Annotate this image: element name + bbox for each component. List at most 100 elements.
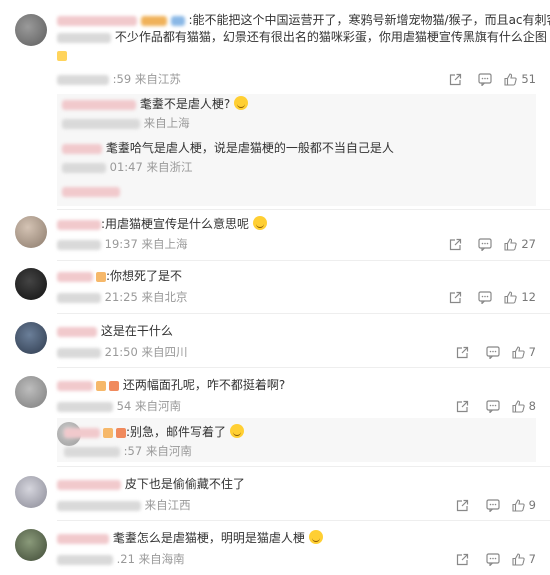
username[interactable] [62, 99, 136, 110]
badge-icon [109, 380, 119, 391]
avatar[interactable] [15, 322, 47, 354]
emoji-icon [252, 216, 267, 230]
like-button[interactable]: 7 [512, 345, 536, 359]
username[interactable] [57, 219, 101, 230]
share-icon[interactable] [448, 344, 478, 360]
location: 来自河南 [145, 444, 192, 458]
timestamp-date [57, 401, 113, 412]
timestamp: .21 [116, 552, 135, 566]
username[interactable] [57, 326, 97, 337]
reply-icon[interactable] [478, 398, 508, 414]
location: 来自海南 [138, 552, 185, 566]
badge-icon [96, 271, 106, 282]
reply-text: 耄耋不是虐人梗? [139, 97, 231, 111]
like-count: 7 [528, 552, 536, 566]
more-replies[interactable] [0, 182, 550, 198]
reply-icon[interactable] [470, 289, 500, 305]
avatar[interactable] [15, 476, 47, 508]
reply-icon[interactable] [478, 551, 508, 567]
badge-icon [96, 380, 106, 391]
username[interactable] [64, 427, 100, 438]
reply: 耄耋不是虐人梗? 来自上海 [0, 94, 550, 130]
mention[interactable] [57, 32, 111, 43]
comment: 这是在干什么 21:50 来自四川 7 [0, 318, 550, 362]
timestamp-date [57, 74, 109, 85]
emoji-icon [57, 50, 67, 61]
username[interactable] [57, 479, 121, 490]
like-button[interactable]: 27 [504, 237, 536, 251]
username[interactable] [57, 380, 93, 391]
avatar[interactable] [15, 216, 47, 248]
username[interactable] [57, 533, 109, 544]
share-icon[interactable] [440, 289, 470, 305]
avatar[interactable] [15, 376, 47, 408]
like-button[interactable]: 7 [512, 552, 536, 566]
comment-text: 耄耋怎么是虐猫梗，明明是猫虐人梗 [112, 531, 305, 545]
comment-actions: 7 [448, 344, 536, 360]
comment-text: 这是在干什么 [100, 324, 173, 338]
badge-icon [103, 427, 113, 438]
timestamp: 21:50 [104, 345, 138, 359]
divider [57, 260, 550, 261]
username[interactable] [57, 271, 93, 282]
thumbs-up-icon [504, 290, 518, 304]
comment: :能不能把这个中国运营开了，寒鸦号新增宠物猫/猴子，而且ac有刺客喵 不少作品都… [0, 8, 550, 96]
emoji-icon [234, 96, 249, 110]
share-icon[interactable] [440, 71, 470, 87]
username[interactable] [62, 143, 102, 154]
location: 来自上海 [143, 116, 190, 130]
thumbs-up-icon [504, 237, 518, 251]
share-icon[interactable] [448, 497, 478, 513]
divider [57, 209, 550, 210]
comment-text: 不少作品都有猫猫，幻景还有很出名的猫咪彩蛋，你用虐猫梗宣传黑旗有什么企图 [114, 30, 547, 44]
comment-text: 皮下也是偷偷藏不住了 [124, 477, 245, 491]
reply-icon[interactable] [470, 71, 500, 87]
comment-text: 能不能把这个中国运营开了，寒鸦号新增宠物猫/猴子，而且ac有刺客喵 [192, 13, 550, 27]
reply-text: 耄耋哈气是虐人梗，说是虐猫梗的一般都不当自己是人 [105, 141, 394, 155]
comment: :用虐猫梗宣传是什么意思呢 19:37 来自上海 27 [0, 212, 550, 256]
like-count: 9 [528, 498, 536, 512]
like-count: 51 [521, 72, 536, 86]
like-button[interactable]: 12 [504, 290, 536, 304]
thumbs-up-icon [512, 399, 525, 413]
username[interactable] [57, 15, 137, 26]
thumbs-up-icon [512, 498, 525, 512]
badge-icon [116, 427, 126, 438]
share-icon[interactable] [448, 398, 478, 414]
like-count: 12 [521, 290, 536, 304]
like-button[interactable]: 9 [512, 498, 536, 512]
timestamp: :59 [112, 72, 132, 86]
comment-text: 用虐猫梗宣传是什么意思呢 [105, 217, 250, 231]
comment: 皮下也是偷偷藏不住了 来自江西 9 [0, 472, 550, 516]
timestamp-date [62, 162, 106, 173]
comment-actions: 51 [440, 71, 536, 87]
avatar[interactable] [15, 14, 47, 46]
divider [57, 313, 550, 314]
comment-actions: 27 [440, 236, 536, 252]
divider [57, 367, 550, 368]
more-replies-link[interactable] [62, 186, 120, 197]
share-icon[interactable] [448, 551, 478, 567]
like-button[interactable]: 51 [504, 72, 536, 86]
timestamp-date [57, 347, 101, 358]
share-icon[interactable] [440, 236, 470, 252]
reply: :别急，邮件写着了 :57 来自河南 [0, 420, 550, 460]
timestamp-date [64, 446, 120, 457]
avatar[interactable] [15, 529, 47, 561]
timestamp-date [57, 554, 113, 565]
timestamp: 19:37 [104, 237, 138, 251]
location: 来自河南 [134, 399, 181, 413]
avatar[interactable] [15, 268, 47, 300]
like-button[interactable]: 8 [512, 399, 536, 413]
timestamp: :57 [123, 444, 143, 458]
divider [57, 520, 550, 521]
reply-icon[interactable] [478, 344, 508, 360]
timestamp [57, 500, 141, 511]
timestamp: 21:25 [104, 290, 138, 304]
reply-icon[interactable] [478, 497, 508, 513]
comment-actions: 9 [448, 497, 536, 513]
location: 来自浙江 [146, 160, 193, 174]
location: 来自北京 [141, 290, 188, 304]
reply-icon[interactable] [470, 236, 500, 252]
comment-actions: 8 [448, 398, 536, 414]
